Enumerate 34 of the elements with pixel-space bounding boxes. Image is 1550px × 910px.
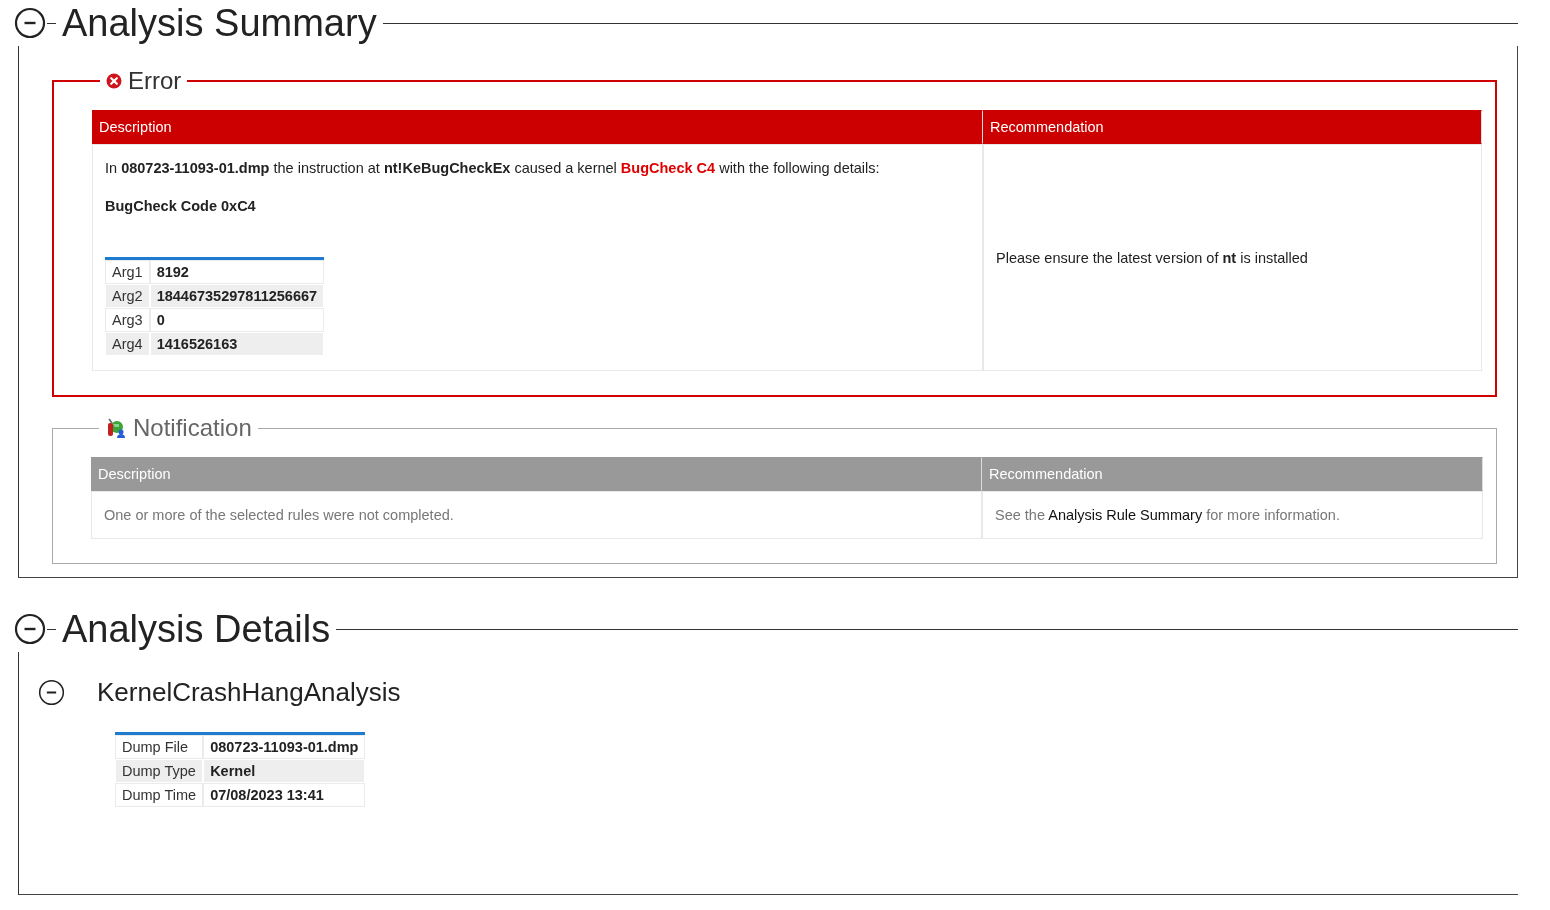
column-header: Description [92,110,983,144]
arg-label: Arg2 [105,284,150,308]
description-text: One or more of the selected rules were not completed. [104,506,455,524]
property-value: Kernel [203,759,366,783]
recommendation-text: Please ensure the latest version of nt is installed [996,248,1308,267]
collapse-toggle[interactable] [14,7,46,39]
error-icon [106,73,122,89]
property-value: 07/08/2023 13:41 [203,783,366,807]
section-title: Analysis Details [62,607,331,652]
arg-label: Arg4 [105,332,150,356]
panel-title: Error [128,66,182,96]
arg-value: 18446735297811256667 [149,284,325,308]
property-label: Dump Type [115,759,204,783]
subsection-title: KernelCrashHangAnalysis [97,676,401,708]
globe-tools-icon [105,417,127,439]
arg-value: 0 [149,308,325,332]
column-header: Recommendation [983,110,1482,144]
property-value: 080723-11093-01.dmp [203,735,366,759]
description-text: In 080723-11093-01.dmp the instruction at nt!KeBugCheckEx caused a kernel BugCheck C4 with the following details: [105,159,881,177]
section-title: Analysis Summary [62,1,377,46]
arg-value: 8192 [149,260,325,284]
collapse-toggle[interactable] [14,613,46,645]
column-header: Recommendation [982,457,1483,491]
property-label: Dump Time [115,783,204,807]
recommendation-text: See the Analysis Rule Summary for more information. [995,506,1341,524]
panel-title: Notification [133,413,252,443]
bugcheck-code: BugCheck Code 0xC4 [105,197,257,215]
arg-value: 1416526163 [149,332,325,356]
arg-label: Arg1 [105,260,150,284]
property-label: Dump File [115,735,204,759]
column-header: Description [91,457,982,491]
arg-label: Arg3 [105,308,150,332]
collapse-toggle[interactable] [38,678,65,706]
summary-link[interactable]: Analysis Rule Summary [1048,507,1203,523]
